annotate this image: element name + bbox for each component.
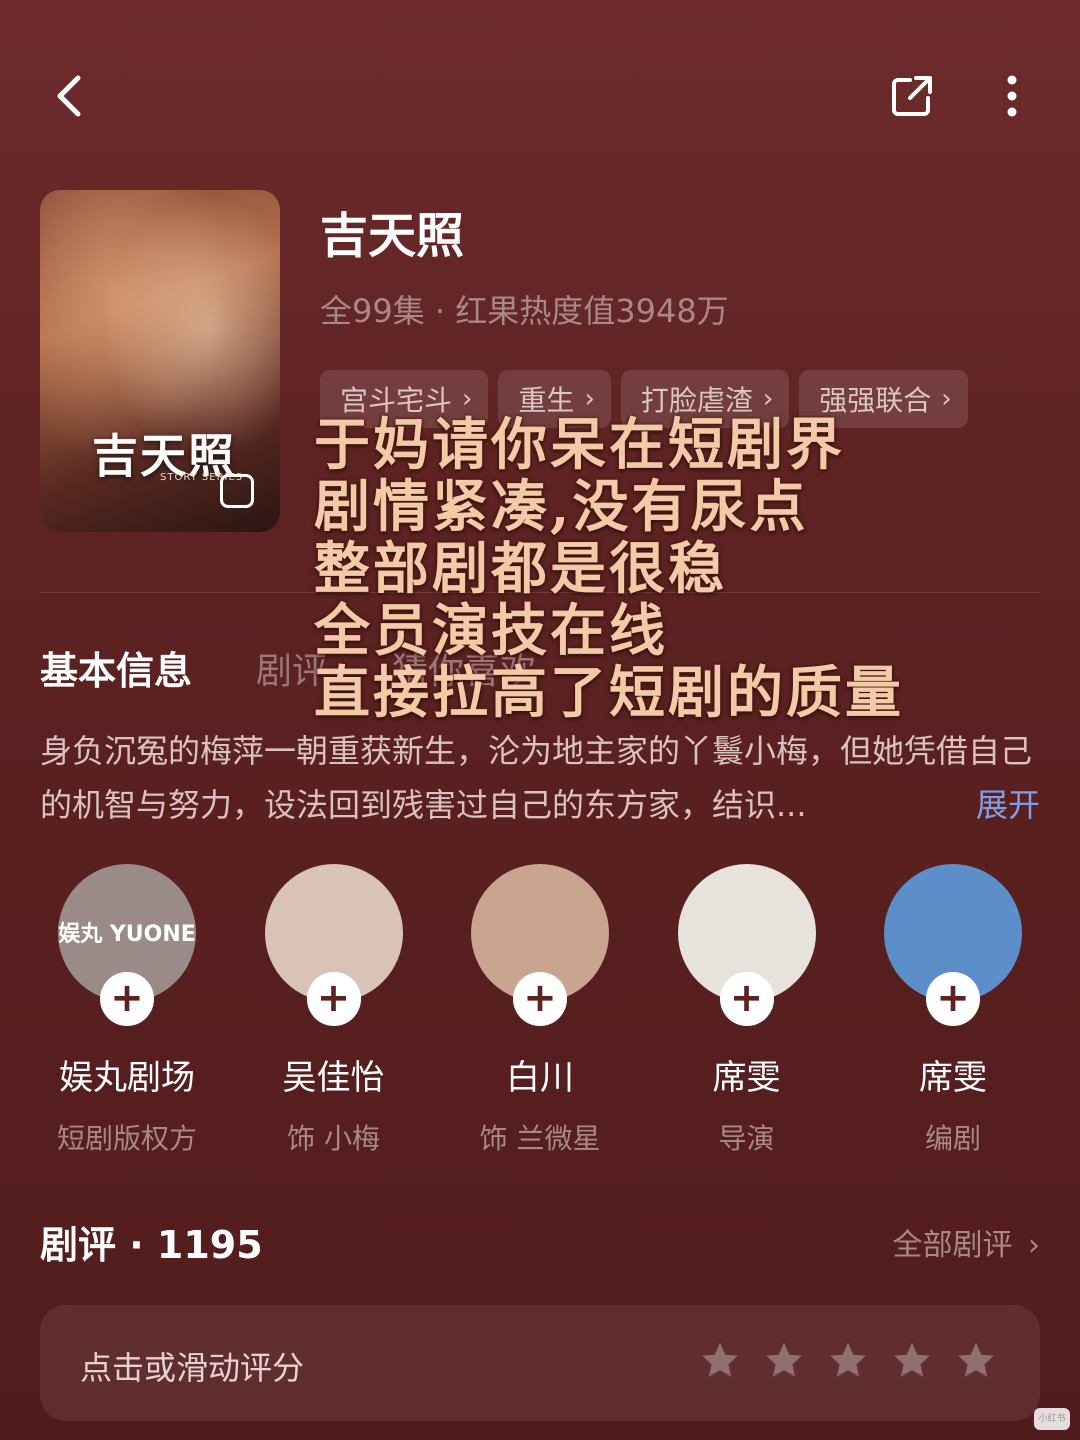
- cast-member[interactable]: + 席雯 导演: [644, 864, 850, 1157]
- cast-role: 短剧版权方: [56, 1122, 197, 1155]
- star-icon[interactable]: [956, 1341, 996, 1381]
- watermark: 小红书: [1034, 1408, 1070, 1430]
- cast-role: 编剧: [924, 1122, 981, 1155]
- cast-role: 导演: [718, 1122, 775, 1155]
- gallery-icon[interactable]: [220, 474, 254, 508]
- avatar[interactable]: +: [264, 864, 403, 1026]
- overlay-line: 剧情紧凑,没有尿点: [314, 474, 809, 540]
- avatar[interactable]: 娱丸 YUONE +: [58, 864, 196, 1026]
- cast-name: 娱丸剧场: [59, 1058, 195, 1098]
- all-reviews-label: 全部剧评: [892, 1228, 1013, 1263]
- chevron-right-icon: ›: [1028, 1228, 1040, 1263]
- expand-link[interactable]: 展开: [976, 778, 1040, 832]
- star-icon[interactable]: [892, 1341, 932, 1381]
- rating-prompt: 点击或滑动评分: [80, 1349, 305, 1387]
- all-reviews-link[interactable]: 全部剧评 ›: [892, 1220, 1040, 1264]
- avatar[interactable]: +: [884, 864, 1022, 1026]
- share-button[interactable]: [876, 60, 948, 132]
- overlay-line: 全员演技在线: [314, 598, 668, 664]
- overlay-line: 直接拉高了短剧的质量: [314, 660, 904, 726]
- cast-name: 吴佳怡: [282, 1058, 385, 1098]
- cast-name: 席雯: [919, 1058, 987, 1098]
- follow-button[interactable]: +: [926, 972, 980, 1026]
- star-icon[interactable]: [764, 1341, 804, 1381]
- chevron-right-icon: ›: [584, 384, 595, 414]
- drama-meta: 全99集 · 红果热度值3948万: [320, 292, 729, 330]
- synopsis-text: 身负沉冤的梅萍一朝重获新生，沦为地主家的丫鬟小梅，但她凭借自己的机智与努力，设法…: [40, 732, 1033, 824]
- drama-title: 吉天照: [320, 208, 465, 264]
- cast-list: 娱丸 YUONE + 娱丸剧场 短剧版权方 + 吴佳怡 饰 小梅 + 白川 饰 …: [24, 864, 1056, 1157]
- avatar-logo-text: 娱丸 YUONE: [58, 922, 196, 947]
- avatar[interactable]: +: [471, 864, 609, 1026]
- cast-role: 饰 兰微星: [479, 1122, 601, 1155]
- rating-card[interactable]: 点击或滑动评分: [40, 1305, 1040, 1421]
- overlay-line: 整部剧都是很稳: [314, 536, 727, 602]
- reviews-title: 剧评 · 1195: [40, 1223, 263, 1267]
- cast-name: 席雯: [712, 1058, 781, 1098]
- chevron-right-icon: ›: [462, 384, 473, 414]
- cast-name: 白川: [506, 1058, 574, 1098]
- star-icon[interactable]: [828, 1341, 868, 1381]
- follow-button[interactable]: +: [513, 972, 567, 1026]
- tab-basic-info[interactable]: 基本信息: [40, 640, 192, 695]
- star-icon[interactable]: [700, 1341, 740, 1381]
- avatar[interactable]: +: [677, 864, 816, 1026]
- chevron-right-icon: ›: [941, 384, 952, 414]
- more-button[interactable]: [976, 60, 1048, 132]
- follow-button[interactable]: +: [719, 972, 774, 1026]
- drama-poster[interactable]: 吉天照 STORY SERIES: [40, 190, 280, 532]
- chevron-left-icon: [57, 75, 81, 117]
- share-icon: [892, 76, 932, 116]
- cast-role: 饰 小梅: [287, 1122, 380, 1155]
- cast-member[interactable]: + 白川 饰 兰微星: [437, 864, 643, 1157]
- cast-member[interactable]: + 吴佳怡 饰 小梅: [231, 864, 437, 1157]
- follow-button[interactable]: +: [100, 972, 154, 1026]
- chevron-right-icon: ›: [762, 384, 774, 414]
- cast-member[interactable]: + 席雯 编剧: [850, 864, 1056, 1157]
- star-rating[interactable]: [700, 1341, 996, 1381]
- follow-button[interactable]: +: [306, 972, 361, 1026]
- cast-member[interactable]: 娱丸 YUONE + 娱丸剧场 短剧版权方: [24, 864, 230, 1157]
- back-button[interactable]: [32, 60, 104, 132]
- overlay-caption: 于妈请你呆在短剧界 剧情紧凑,没有尿点 整部剧都是很稳 全员演技在线 直接拉高了…: [314, 414, 1034, 724]
- more-vertical-icon: [1007, 75, 1017, 117]
- overlay-line: 于妈请你呆在短剧界: [314, 412, 845, 478]
